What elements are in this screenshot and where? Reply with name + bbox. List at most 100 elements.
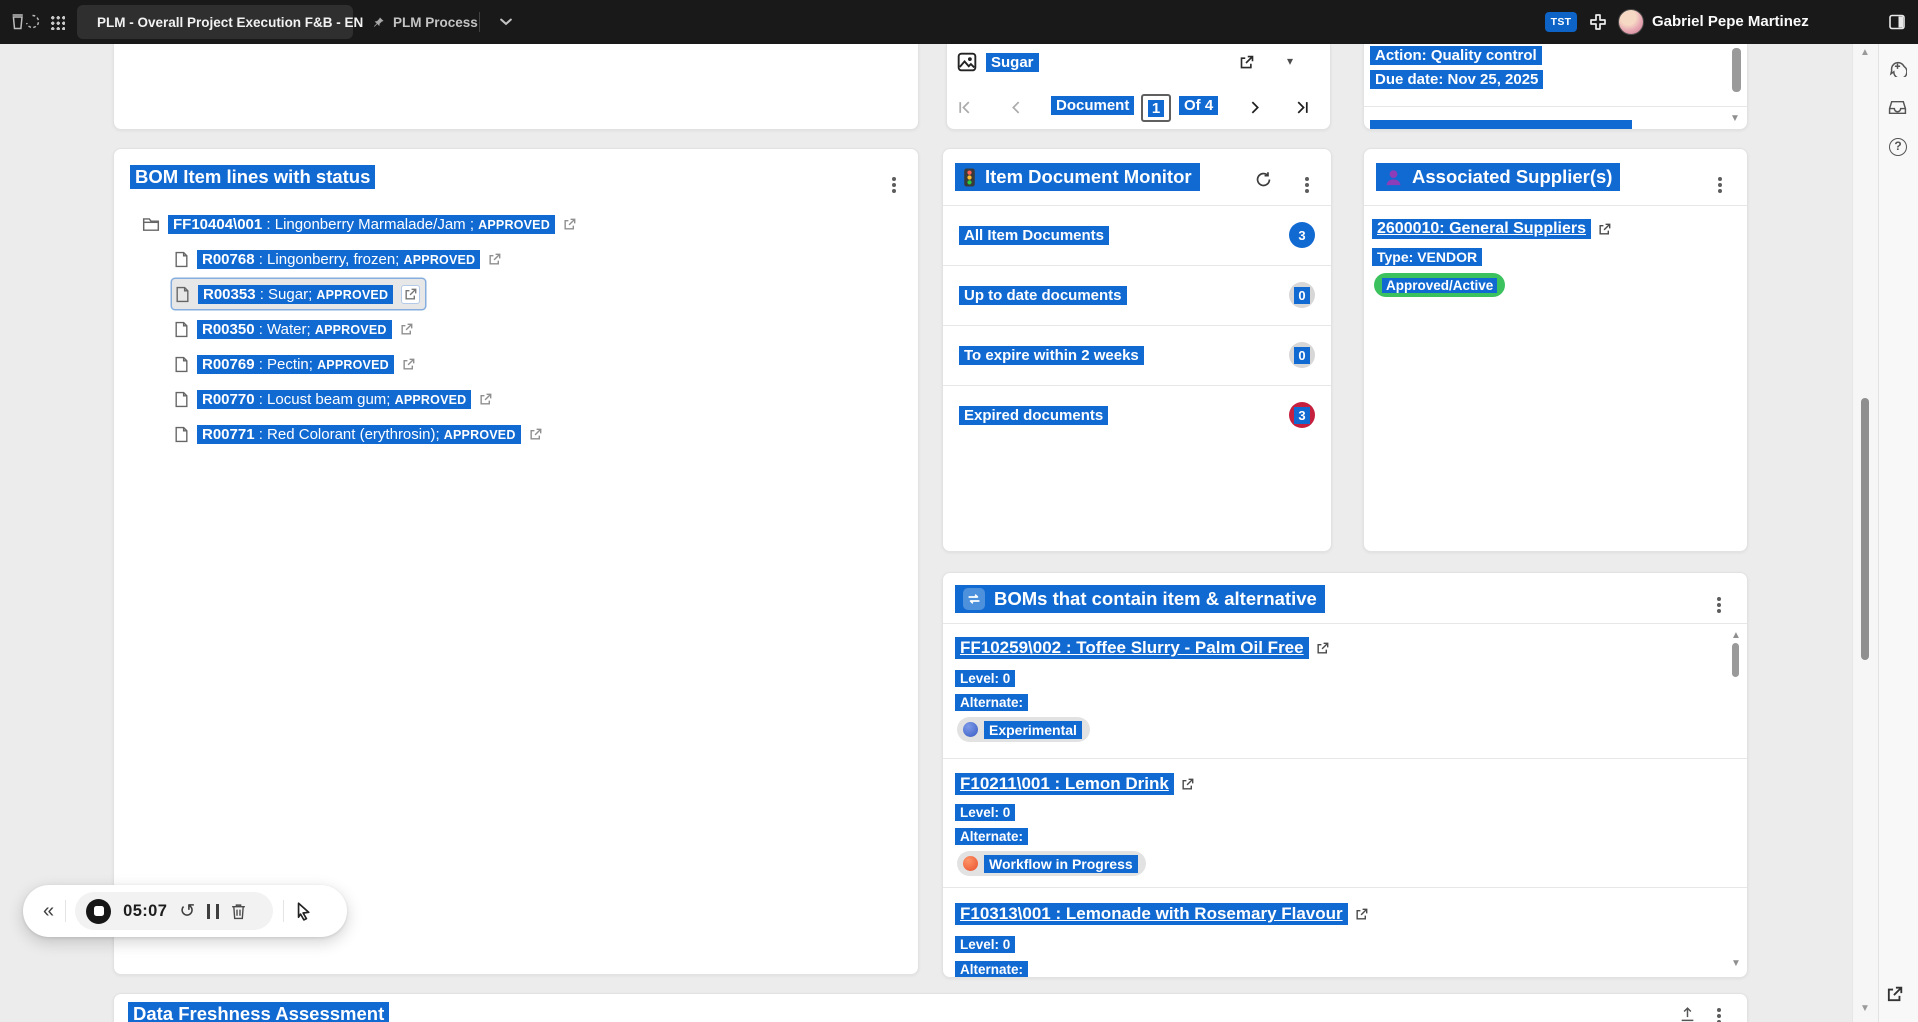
user-name: Gabriel Pepe Martinez — [1652, 13, 1809, 30]
previous-page-button[interactable] — [1009, 100, 1024, 115]
tabs-dropdown-chevron-icon[interactable] — [500, 18, 512, 26]
document-icon — [174, 426, 189, 443]
refresh-icon[interactable] — [1255, 171, 1272, 188]
bom-alternate: Alternate: — [955, 828, 1028, 845]
supplier-link[interactable]: 2600010: General Suppliers — [1372, 219, 1591, 239]
open-bom-external-icon[interactable] — [1181, 778, 1194, 791]
card-menu-button[interactable] — [892, 183, 896, 187]
divider — [1364, 205, 1747, 206]
card-title: BOM Item lines with status — [130, 165, 375, 189]
open-external-icon[interactable] — [1886, 986, 1903, 1003]
bom-link-row[interactable]: FF10259\002 : Toffee Slurry - Palm Oil F… — [955, 637, 1329, 659]
cursor-tool-button[interactable] — [294, 901, 312, 921]
page-number-input[interactable]: 1 — [1141, 94, 1171, 122]
card-title-highlight: Associated Supplier(s) — [1376, 163, 1620, 191]
first-page-button[interactable] — [957, 100, 972, 115]
recorder-controls: 05:07 ↺ — [75, 892, 273, 930]
pause-recording-button[interactable] — [207, 904, 219, 919]
image-icon — [957, 52, 977, 72]
tree-item-row[interactable]: R00770 : Locust beam gum; APPROVED — [174, 384, 492, 414]
monitor-row-uptodate[interactable]: Up to date documents 0 — [959, 275, 1315, 315]
divider — [1364, 106, 1747, 107]
document-icon — [174, 356, 189, 373]
card-scrollbar-thumb[interactable] — [1732, 48, 1741, 92]
sync-icon — [963, 588, 985, 610]
scroll-down-icon[interactable]: ▼ — [1860, 1004, 1870, 1014]
associated-suppliers-card: Associated Supplier(s) 2600010: General … — [1363, 148, 1748, 552]
environment-badge: TST — [1545, 12, 1577, 32]
tree-root-text: FF10404\001 : Lingonberry Marmalade/Jam … — [168, 215, 555, 234]
browser-titlebar: PLM - Overall Project Execution F&B - EN… — [0, 0, 1918, 44]
loading-ring-icon[interactable] — [25, 14, 40, 29]
pagination-label: Document — [1051, 96, 1134, 115]
supplier-type: Type: VENDOR — [1372, 248, 1482, 266]
last-page-button[interactable] — [1295, 100, 1310, 115]
divider — [943, 758, 1747, 759]
card-title: Data Freshness Assessment — [128, 1002, 389, 1022]
avatar[interactable] — [1618, 9, 1644, 35]
screen-recorder-toolbar: « 05:07 ↺ — [23, 885, 347, 937]
traffic-light-icon — [963, 168, 976, 187]
document-icon — [174, 321, 189, 338]
delete-recording-button[interactable] — [231, 903, 246, 920]
card-menu-button[interactable] — [1305, 183, 1309, 187]
help-icon[interactable]: ? — [1889, 138, 1907, 156]
open-item-external-icon[interactable] — [488, 253, 501, 266]
caret-down-icon[interactable]: ▾ — [1287, 54, 1293, 68]
tree-root-row[interactable]: FF10404\001 : Lingonberry Marmalade/Jam … — [142, 209, 576, 239]
scroll-down-icon[interactable]: ▼ — [1731, 959, 1741, 969]
count-badge: 3 — [1289, 222, 1315, 248]
add-icon[interactable] — [1589, 13, 1607, 31]
scroll-up-icon[interactable]: ▲ — [1731, 631, 1741, 641]
tree-item-row-selected[interactable]: R00353 : Sugar; APPROVED — [172, 279, 425, 309]
next-page-button[interactable] — [1247, 100, 1262, 115]
open-bom-external-icon[interactable] — [1355, 908, 1368, 921]
app-window: PLM - Overall Project Execution F&B - EN… — [0, 0, 1918, 1022]
collapse-toolbar-button[interactable]: « — [43, 901, 54, 921]
monitor-row-expired[interactable]: Expired documents 3 — [959, 395, 1315, 435]
page-scrollbar-thumb[interactable] — [1861, 398, 1869, 660]
sidebar-toggle-icon[interactable] — [1888, 13, 1906, 31]
inbox-icon[interactable] — [1888, 100, 1907, 115]
card-title: BOMs that contain item & alternative — [994, 588, 1317, 610]
card-menu-button[interactable] — [1717, 1014, 1721, 1018]
open-item-external-icon[interactable] — [529, 428, 542, 441]
scroll-up-icon[interactable]: ▲ — [1860, 48, 1870, 58]
divider — [943, 205, 1331, 206]
upload-icon[interactable] — [1679, 1006, 1696, 1022]
folder-icon — [142, 216, 160, 232]
tab-label: PLM - Overall Project Execution F&B - EN — [97, 15, 363, 30]
open-item-external-icon[interactable] — [479, 393, 492, 406]
feedback-chat-icon[interactable] — [1888, 58, 1907, 77]
cup-logo-icon[interactable] — [10, 12, 26, 30]
open-item-external-icon[interactable] — [404, 288, 417, 301]
open-item-external-icon[interactable] — [402, 358, 415, 371]
app-grid-icon[interactable] — [50, 15, 65, 30]
monitor-row-toexpire[interactable]: To expire within 2 weeks 0 — [959, 335, 1315, 375]
tree-item-row[interactable]: R00771 : Red Colorant (erythrosin); APPR… — [174, 419, 542, 449]
open-item-external-icon[interactable] — [400, 323, 413, 336]
tree-item-row[interactable]: R00768 : Lingonberry, frozen; APPROVED — [174, 244, 501, 274]
card-menu-button[interactable] — [1718, 183, 1722, 187]
tab-plm-process[interactable]: PLM Process — [360, 5, 490, 39]
bom-link-row[interactable]: F10313\001 : Lemonade with Rosemary Flav… — [955, 903, 1368, 925]
toolbar-divider — [283, 900, 284, 922]
tree-item-row[interactable]: R00350 : Water; APPROVED — [174, 314, 413, 344]
bom-link-row[interactable]: F10211\001 : Lemon Drink — [955, 773, 1194, 795]
pagination-of: Of 4 — [1179, 96, 1218, 115]
due-date-line: Due date: Nov 25, 2025 — [1370, 70, 1543, 89]
status-dot — [963, 722, 978, 737]
stop-recording-button[interactable] — [86, 899, 111, 924]
scroll-down-icon[interactable]: ▼ — [1730, 114, 1740, 124]
open-bom-external-icon[interactable] — [1316, 642, 1329, 655]
tree-item-row[interactable]: R00769 : Pectin; APPROVED — [174, 349, 415, 379]
count-badge: 3 — [1289, 402, 1315, 428]
restart-recording-button[interactable]: ↺ — [179, 902, 195, 921]
open-item-external-icon[interactable] — [563, 218, 576, 231]
tab-plm-overall[interactable]: PLM - Overall Project Execution F&B - EN — [77, 5, 353, 39]
open-supplier-external-icon[interactable] — [1598, 223, 1611, 236]
monitor-row-all[interactable]: All Item Documents 3 — [959, 215, 1315, 255]
card-scrollbar-thumb[interactable] — [1732, 643, 1739, 677]
card-menu-button[interactable] — [1717, 603, 1721, 607]
open-external-icon[interactable] — [1239, 55, 1254, 70]
